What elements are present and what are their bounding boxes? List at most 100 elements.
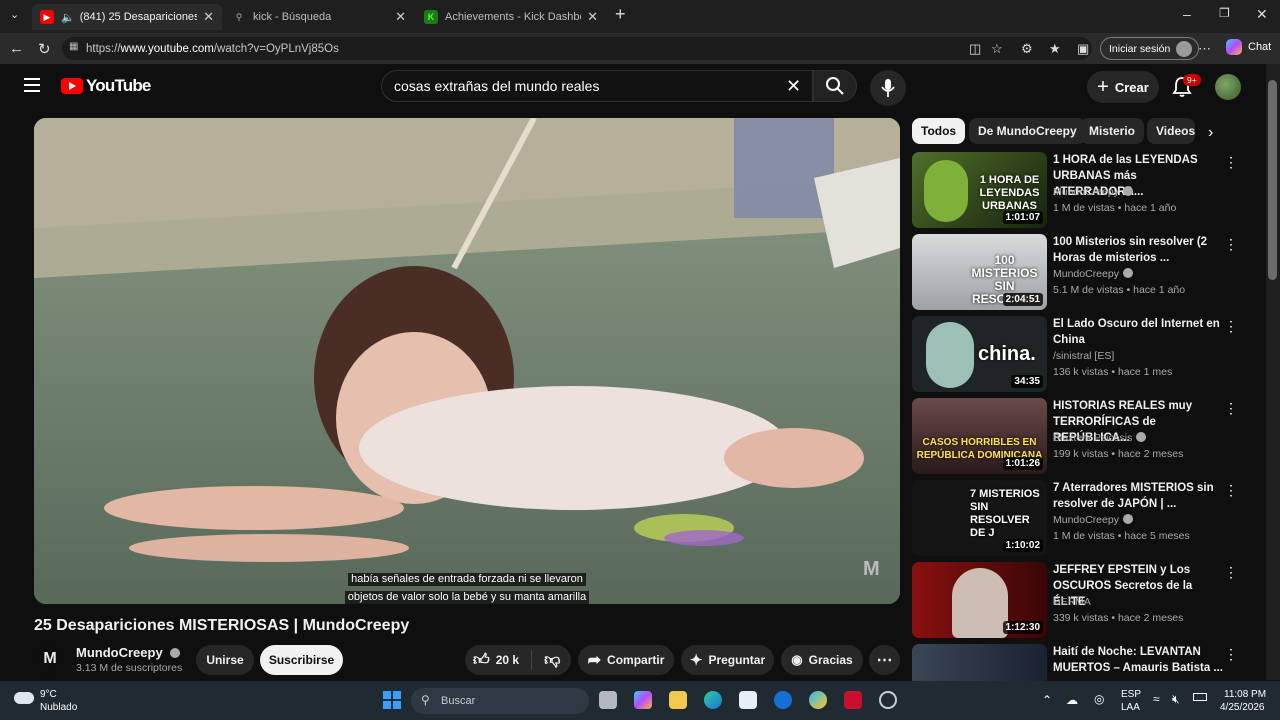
recommendation-item[interactable]: 1 HORA DE LEYENDAS URBANAS 1:01:07 1 HOR…: [912, 152, 1242, 228]
wifi-icon[interactable]: ≈: [1153, 692, 1160, 706]
window-close-icon[interactable]: ✕: [1256, 6, 1268, 23]
recommendation-channel[interactable]: /sinistral [ES]: [1053, 350, 1114, 362]
clock-date[interactable]: 4/25/2026: [1220, 702, 1265, 713]
file-explorer-icon[interactable]: [669, 691, 687, 709]
close-tab-icon[interactable]: ✕: [203, 9, 214, 25]
collections-icon[interactable]: ▣: [1077, 41, 1089, 57]
copilot-taskbar-icon[interactable]: [634, 691, 652, 709]
more-vertical-icon[interactable]: ⋮: [1224, 318, 1238, 335]
clear-search-icon[interactable]: ✕: [786, 76, 801, 97]
tab-kick-dashboard[interactable]: K Achievements - Kick Dashboard ✕: [416, 4, 606, 30]
recommendation-item[interactable]: 100 MISTERIOS SIN RESOLVER 2:04:51 100 M…: [912, 234, 1242, 310]
weather-temp[interactable]: 9°C: [40, 689, 57, 700]
chip-misterio[interactable]: Misterio: [1080, 118, 1145, 144]
close-tab-icon[interactable]: ✕: [587, 9, 598, 25]
sign-in-button[interactable]: Iniciar sesión: [1100, 37, 1200, 60]
join-button[interactable]: Unirse: [196, 645, 254, 675]
close-tab-icon[interactable]: ✕: [395, 9, 406, 25]
search-input[interactable]: cosas extrañas del mundo reales: [381, 70, 813, 102]
video-thumbnail[interactable]: [912, 644, 1047, 681]
video-thumbnail[interactable]: 1:12:30: [912, 562, 1047, 638]
mcafee-shield-icon[interactable]: [844, 691, 862, 709]
recommendation-item[interactable]: china. 34:35 El Lado Oscuro del Internet…: [912, 316, 1242, 392]
weather-cloud-icon[interactable]: [14, 692, 34, 704]
favorite-star-icon[interactable]: ☆: [991, 41, 1003, 57]
create-button[interactable]: + Crear: [1087, 71, 1159, 103]
voice-search-button[interactable]: [870, 70, 906, 106]
chip-de-mundocreepy[interactable]: De MundoCreepy: [969, 118, 1086, 144]
subscribe-button[interactable]: Suscribirse: [260, 645, 343, 675]
back-icon[interactable]: ←: [9, 40, 24, 57]
chrome-style-app-icon[interactable]: [809, 691, 827, 709]
more-actions-button[interactable]: ⋯: [869, 645, 900, 675]
channel-avatar[interactable]: M: [36, 645, 64, 673]
site-info-icon[interactable]: ▦: [69, 41, 78, 52]
weather-desc[interactable]: Nublado: [40, 702, 77, 713]
recommendation-title[interactable]: 7 Aterradores MISTERIOS sin resolver de …: [1053, 480, 1225, 512]
taskbar-search[interactable]: ⚲ Buscar: [411, 688, 589, 714]
video-thumbnail[interactable]: CASOS HORRIBLES EN REPÚBLICA DOMINICANA …: [912, 398, 1047, 474]
dislike-button[interactable]: 👎︎: [544, 651, 560, 670]
more-vertical-icon[interactable]: ⋮: [1224, 564, 1238, 581]
share-button[interactable]: ➦ Compartir: [578, 645, 674, 675]
reload-icon[interactable]: ↻: [38, 40, 51, 58]
search-button[interactable]: [813, 70, 857, 102]
chips-next-chevron-icon[interactable]: ›: [1208, 124, 1213, 142]
video-thumbnail[interactable]: 100 MISTERIOS SIN RESOLVER 2:04:51: [912, 234, 1047, 310]
youtube-logo[interactable]: YouTube: [61, 76, 151, 96]
account-avatar[interactable]: [1215, 74, 1241, 100]
recommendation-channel[interactable]: MundoCreepy: [1053, 268, 1133, 280]
new-tab-icon[interactable]: +: [615, 4, 626, 25]
volume-muted-icon[interactable]: 🔇︎: [1172, 692, 1180, 707]
more-vertical-icon[interactable]: ⋮: [1224, 400, 1238, 417]
recommendation-channel[interactable]: DERMA: [1053, 596, 1091, 608]
video-thumbnail[interactable]: 1 HORA DE LEYENDAS URBANAS 1:01:07: [912, 152, 1047, 228]
recommendation-channel[interactable]: MundoCreepy: [1053, 514, 1133, 526]
task-view-icon[interactable]: [599, 691, 617, 709]
hamburger-menu-icon[interactable]: [24, 78, 40, 92]
chat-button[interactable]: Chat: [1248, 41, 1271, 53]
tab-kick-search[interactable]: ⚲ kick - Búsqueda ✕: [224, 4, 414, 30]
tab-list-icon[interactable]: ⌄: [10, 8, 19, 21]
microsoft-store-icon[interactable]: [739, 691, 757, 709]
thanks-button[interactable]: ◉ Gracias: [781, 645, 863, 675]
split-screen-icon[interactable]: ◫: [969, 41, 981, 57]
chip-todos[interactable]: Todos: [912, 118, 966, 144]
more-vertical-icon[interactable]: ⋮: [1224, 646, 1238, 663]
onedrive-cloud-icon[interactable]: ☁: [1066, 693, 1078, 707]
tray-microphone-icon[interactable]: ◎: [1094, 692, 1104, 706]
extensions-icon[interactable]: ⚙: [1021, 41, 1033, 57]
copilot-icon[interactable]: [1226, 39, 1242, 55]
settings-gear-icon[interactable]: [879, 691, 897, 709]
speaker-icon[interactable]: 🔈: [61, 11, 75, 24]
recommendation-channel[interactable]: Blaxters Psicosis: [1053, 432, 1147, 444]
recommendation-title[interactable]: El Lado Oscuro del Internet en China: [1053, 316, 1225, 348]
recommendation-item[interactable]: 7 MISTERIOS SIN RESOLVER DE J 1:10:02 7 …: [912, 480, 1242, 556]
recommendation-item[interactable]: 1:12:30 JEFFREY EPSTEIN y Los OSCUROS Se…: [912, 562, 1242, 638]
address-bar[interactable]: ▦ https://www.youtube.com/watch?v=OyPLnV…: [62, 37, 1092, 60]
ask-button[interactable]: ✦ Preguntar: [681, 645, 774, 675]
video-thumbnail[interactable]: 7 MISTERIOS SIN RESOLVER DE J 1:10:02: [912, 480, 1047, 556]
more-vertical-icon[interactable]: ⋮: [1224, 154, 1238, 171]
tab-youtube[interactable]: ▶ 🔈 (841) 25 Desapariciones MISTE ✕: [32, 4, 222, 30]
recommendation-title[interactable]: Haití de Noche: LEVANTAN MUERTOS – Amaur…: [1053, 644, 1225, 676]
minimize-icon[interactable]: –: [1183, 6, 1191, 22]
like-button[interactable]: 👍︎ 20 k: [465, 651, 519, 670]
video-thumbnail[interactable]: china. 34:35: [912, 316, 1047, 392]
recommendation-channel[interactable]: MundoCreepy: [1053, 186, 1133, 198]
recommendation-title[interactable]: 100 Misterios sin resolver (2 Horas de m…: [1053, 234, 1225, 266]
battery-icon[interactable]: [1193, 693, 1207, 701]
hp-app-icon[interactable]: [774, 691, 792, 709]
more-options-icon[interactable]: ⋯: [1198, 41, 1211, 57]
video-player[interactable]: había señales de entrada forzada ni se l…: [34, 118, 900, 604]
favorites-list-icon[interactable]: ★: [1049, 41, 1061, 57]
keyboard-layout[interactable]: LAA: [1121, 702, 1140, 713]
recommendation-item[interactable]: Haití de Noche: LEVANTAN MUERTOS – Amaur…: [912, 644, 1242, 681]
language-code[interactable]: ESP: [1121, 689, 1141, 700]
more-vertical-icon[interactable]: ⋮: [1224, 236, 1238, 253]
scrollbar-thumb[interactable]: [1268, 80, 1277, 280]
edge-browser-icon[interactable]: [704, 691, 722, 709]
chip-videos[interactable]: Videos: [1147, 118, 1195, 144]
channel-name[interactable]: MundoCreepy: [76, 645, 181, 660]
start-windows-icon[interactable]: [383, 691, 401, 709]
